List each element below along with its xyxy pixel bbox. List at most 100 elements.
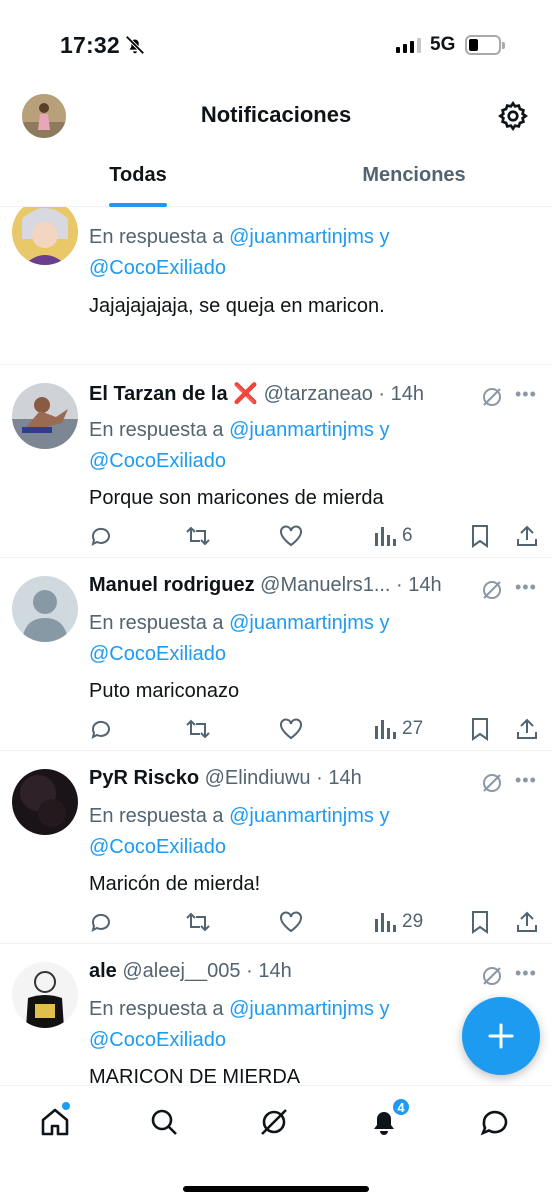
reply-prefix: En respuesta a [89,998,230,1020]
reply-context: En respuesta a @juanmartinjms y @CocoExi… [89,222,532,284]
mention-link[interactable]: @CocoExiliado [89,450,226,472]
tweet-text: Maricón de mierda! [89,873,261,895]
retweet-button[interactable] [185,521,211,551]
header: Notificaciones [0,90,552,144]
notifications-feed[interactable]: En respuesta a @juanmartinjms y @CocoExi… [0,207,552,1085]
tweet-author-name[interactable]: PyR Riscko [89,767,199,789]
compose-button[interactable] [462,997,540,1075]
share-button[interactable] [515,521,539,551]
retweet-button[interactable] [185,714,211,744]
bookmark-icon [472,911,488,934]
reply-conjunction: y [373,998,390,1020]
tweet-author-handle[interactable]: @Elindiuwu [205,767,311,789]
tweet[interactable]: Manuel rodriguez @Manuelrs1... · 14h •••… [0,558,552,751]
tab-todas[interactable]: Todas [0,150,276,206]
bookmark-icon [472,718,488,741]
tweet-author-name[interactable]: Manuel rodriguez [89,574,255,596]
views-button[interactable]: 6 [374,521,413,551]
mention-link[interactable]: @juanmartinjms [229,226,374,248]
like-button[interactable] [278,907,304,937]
tweet-header: PyR Riscko @Elindiuwu · 14h [89,767,540,797]
grok-icon[interactable] [480,578,504,602]
reply-icon [91,913,110,932]
tweet-author-handle[interactable]: @tarzaneao [264,383,373,405]
mention-link[interactable]: @juanmartinjms [229,612,374,634]
mention-link[interactable]: @CocoExiliado [89,257,226,279]
grok-icon [261,1109,287,1135]
reply-prefix: En respuesta a [89,612,230,634]
reply-prefix: En respuesta a [89,226,230,248]
like-button[interactable] [278,521,304,551]
views-icon [375,913,396,932]
avatar[interactable] [12,383,78,449]
bookmark-button[interactable] [469,714,491,744]
mention-link[interactable]: @juanmartinjms [229,805,374,827]
tweet-text: Porque son maricones de mierda [89,487,384,509]
heart-icon [280,525,302,547]
status-bar: 17:32 5G [0,0,552,90]
bottom-nav: 4 [0,1085,552,1200]
more-options-icon[interactable]: ••• [515,963,537,984]
tweet-text: Puto mariconazo [89,680,240,702]
view-count: 27 [402,718,424,739]
tweet-header: ale @aleej__005 · 14h [89,960,540,990]
views-icon [375,527,396,546]
tweet-author-name[interactable]: ale [89,960,117,982]
reply-conjunction: y [373,805,390,827]
bookmark-button[interactable] [469,907,491,937]
messages-icon [480,1110,508,1136]
tweet-header [89,207,540,221]
more-options-icon[interactable]: ••• [515,770,537,791]
mention-link[interactable]: @CocoExiliado [89,836,226,858]
unread-dot [62,1102,70,1110]
tweet[interactable]: El Tarzan de la ❌ @tarzaneao · 14h ••• E… [0,365,552,558]
nav-search[interactable] [144,1102,184,1142]
tweet-text: Jajajajajaja, se queja en maricon. [89,295,385,317]
heart-icon [280,911,302,933]
share-button[interactable] [515,907,539,937]
gear-icon[interactable] [497,100,529,132]
retweet-button[interactable] [185,907,211,937]
mention-link[interactable]: @juanmartinjms [229,998,374,1020]
reply-button[interactable] [89,714,113,744]
grok-icon[interactable] [480,771,504,795]
heart-icon [280,718,302,740]
grok-icon[interactable] [480,385,504,409]
share-button[interactable] [515,714,539,744]
avatar[interactable] [12,207,78,265]
bookmark-button[interactable] [469,521,491,551]
tweet-text: MARICON DE MIERDA [89,1066,301,1085]
reply-button[interactable] [89,521,113,551]
reply-context: En respuesta a @juanmartinjms y @CocoExi… [89,415,532,477]
tab-menciones[interactable]: Menciones [276,150,552,206]
mention-link[interactable]: @CocoExiliado [89,643,226,665]
like-button[interactable] [278,714,304,744]
grok-icon[interactable] [480,964,504,988]
network-type: 5G [430,34,456,55]
more-options-icon[interactable]: ••• [515,577,537,598]
battery-icon [465,35,505,55]
more-options-icon[interactable]: ••• [515,384,537,405]
plus-icon [488,1023,514,1049]
tweet-author-name[interactable]: El Tarzan de la ❌ [89,383,258,405]
tweet-header: Manuel rodriguez @Manuelrs1... · 14h [89,574,540,604]
views-button[interactable]: 27 [374,714,423,744]
reply-icon [91,720,110,739]
tweet[interactable]: PyR Riscko @Elindiuwu · 14h ••• En respu… [0,751,552,944]
bell-muted-icon [125,35,145,55]
mention-link[interactable]: @CocoExiliado [89,1029,226,1051]
home-icon [41,1108,69,1136]
tweet-time: · 14h [390,574,442,596]
tweet[interactable]: En respuesta a @juanmartinjms y @CocoExi… [0,207,552,365]
reply-button[interactable] [89,907,113,937]
nav-grok[interactable] [254,1102,294,1142]
mention-link[interactable]: @juanmartinjms [229,419,374,441]
avatar[interactable] [12,962,78,1028]
nav-messages[interactable] [475,1102,515,1142]
tweet-author-handle[interactable]: @aleej__005 [122,960,240,982]
avatar[interactable] [12,576,78,642]
tweet-author-handle[interactable]: @Manuelrs1... [260,574,390,596]
avatar[interactable] [12,769,78,835]
bookmark-icon [472,525,488,548]
views-button[interactable]: 29 [374,907,423,937]
